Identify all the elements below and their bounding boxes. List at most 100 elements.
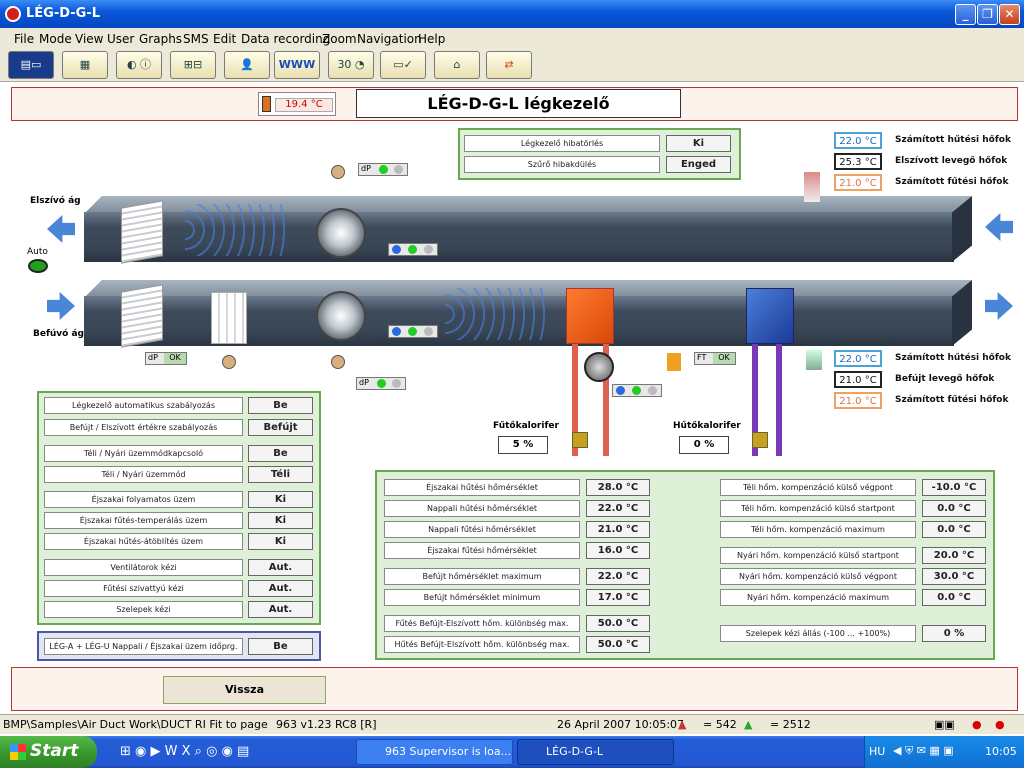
start-label: Start — [30, 741, 79, 761]
menu-edit[interactable]: Edit — [213, 32, 236, 46]
status-count2: = 2512 — [770, 718, 811, 731]
setpoint-value[interactable]: 17.0 °C — [586, 589, 650, 606]
setpoint-value[interactable]: 28.0 °C — [586, 479, 650, 496]
auto-switch-icon[interactable] — [28, 259, 48, 273]
setpoint-value[interactable]: 16.0 °C — [586, 542, 650, 559]
cooler-valve-icon — [752, 432, 768, 448]
supply-damper-icon — [121, 284, 163, 348]
calendar-day: 30 — [337, 58, 352, 71]
supply-temp-sensor-icon — [806, 350, 822, 370]
menu-help[interactable]: Help — [418, 32, 445, 46]
window-titlebar: LÉG-D-G-L _ ❐ ✕ — [0, 0, 1024, 28]
night-continuous-value[interactable]: Ki — [248, 491, 313, 508]
status-led-icon — [392, 245, 401, 254]
menu-navigation[interactable]: Navigation — [357, 32, 422, 46]
exhaust-temp-sensor-icon — [804, 172, 820, 202]
calendar-icon[interactable]: 30 ◔ — [328, 51, 374, 79]
compensation-value[interactable]: 20.0 °C — [922, 547, 986, 564]
info-icon[interactable]: ◐ ⓘ — [116, 51, 162, 79]
maximize-button[interactable]: ❐ — [977, 4, 998, 25]
menu-user[interactable]: User — [107, 32, 134, 46]
auto-control-value[interactable]: Be — [248, 397, 313, 414]
status-led-icon — [379, 165, 388, 174]
minimize-button[interactable]: _ — [955, 4, 976, 25]
close-button[interactable]: ✕ — [999, 4, 1020, 25]
document-icon[interactable]: ▤▭ — [8, 51, 54, 79]
printer-icon[interactable]: ▣▣ — [934, 718, 955, 731]
night-cooling-value[interactable]: Ki — [248, 533, 313, 550]
night-heating-value[interactable]: Ki — [248, 512, 313, 529]
setpoint-value[interactable]: 22.0 °C — [586, 568, 650, 585]
valves-manual-label: Szelepek kézi — [44, 601, 243, 618]
status-date: 26 April 2007 10:05:07 — [557, 718, 685, 731]
status-led-icon — [408, 327, 417, 336]
back-button[interactable]: Vissza — [163, 676, 326, 704]
filter-alarm-label: Szűrő hibakdülés — [464, 156, 660, 173]
language-indicator[interactable]: HU — [869, 745, 885, 758]
valve-manual-position-value[interactable]: 0 % — [922, 625, 986, 642]
cooler-pipe-icon — [776, 344, 782, 456]
schedule-label: LÉG-A + LÉG-U Nappali / Éjszakai üzem id… — [44, 638, 243, 655]
home-icon[interactable]: ⌂ — [434, 51, 480, 79]
network-icon[interactable]: ⊞⊟ — [170, 51, 216, 79]
setpoint-label: Hűtés Befújt-Elszívott hőm. különbség ma… — [384, 636, 580, 653]
menu-mode[interactable]: Mode — [39, 32, 72, 46]
system-tray: HU ◀ ⛨ ✉ ▦ ▣ 10:05 — [864, 736, 1024, 768]
taskbar-item[interactable]: 963 Supervisor is loa... — [356, 739, 513, 765]
compensation-value[interactable]: -10.0 °C — [922, 479, 986, 496]
compensation-value[interactable]: 0.0 °C — [922, 500, 986, 517]
top-cooling-calc-temp: 22.0 °C — [834, 132, 882, 149]
ft-label: FT — [697, 353, 707, 362]
setpoint-value[interactable]: 50.0 °C — [586, 636, 650, 653]
bottom-cooling-calc-temp: 22.0 °C — [834, 350, 882, 367]
setpoint-value[interactable]: 50.0 °C — [586, 615, 650, 632]
user-icon[interactable]: 👤 — [224, 51, 270, 79]
status-version: 963 v1.23 RC8 [R] — [276, 718, 377, 731]
dp-label: dP — [359, 378, 369, 387]
compensation-value[interactable]: 0.0 °C — [922, 589, 986, 606]
quicklaunch-icon[interactable]: ⊞ ◉ ▶ W X ⌕ ◎ ◉ ▤ — [120, 744, 249, 759]
status-led-icon — [632, 386, 641, 395]
menu-graphs[interactable]: Graphs — [139, 32, 182, 46]
compensation-label: Nyári hőm. kompenzáció maximum — [720, 589, 916, 606]
bottom-heating-calc-label: Számított fűtési hőfok — [895, 395, 1009, 405]
status-led-icon — [392, 327, 401, 336]
schedule-value[interactable]: Be — [248, 638, 313, 655]
season-switch-value[interactable]: Be — [248, 445, 313, 462]
tray-icons[interactable]: ◀ ⛨ ✉ ▦ ▣ — [893, 744, 954, 758]
fans-manual-value[interactable]: Aut. — [248, 559, 313, 576]
alarm-panel: Légkezelő hibatörlés Ki Szűrő hibakdülés… — [458, 128, 741, 180]
control-mode-value[interactable]: Befújt — [248, 419, 313, 436]
menu-sms[interactable]: SMS — [183, 32, 209, 46]
bottom-cooling-calc-label: Számított hűtési hőfok — [895, 353, 1011, 363]
setpoint-value[interactable]: 21.0 °C — [586, 521, 650, 538]
ok-label: OK — [164, 353, 186, 364]
menu-file[interactable]: File — [14, 32, 34, 46]
exhaust-air-temp-label: Elszívott levegő hőfok — [895, 156, 1008, 166]
valves-manual-value[interactable]: Aut. — [248, 601, 313, 618]
menu-view[interactable]: View — [75, 32, 103, 46]
compensation-label: Téli hőm. kompenzáció maximum — [720, 521, 916, 538]
edit-icon[interactable]: ▭✓ — [380, 51, 426, 79]
menu-data-recording[interactable]: Data recording — [241, 32, 330, 46]
pump-status — [612, 384, 662, 397]
season-mode-value[interactable]: Téli — [248, 466, 313, 483]
menu-zoom[interactable]: Zoom — [322, 32, 357, 46]
auto-control-label: Légkezelő automatikus szabályozás — [44, 397, 243, 414]
status-led-icon — [408, 245, 417, 254]
www-icon[interactable]: WWW — [274, 51, 320, 79]
filter-alarm-value[interactable]: Enged — [666, 156, 731, 173]
taskbar: Start ⊞ ◉ ▶ W X ⌕ ◎ ◉ ▤ 963 Supervisor i… — [0, 736, 1024, 768]
taskbar-item-active[interactable]: LÉG-D-G-L — [517, 739, 674, 765]
exhaust-pressure-sensor-icon — [331, 165, 345, 179]
window-icon[interactable]: ▦ — [62, 51, 108, 79]
thermometer-icon — [262, 96, 271, 112]
supply-fan-status — [388, 325, 438, 338]
compensation-value[interactable]: 30.0 °C — [922, 568, 986, 585]
pump-manual-value[interactable]: Aut. — [248, 580, 313, 597]
alarm-reset-value[interactable]: Ki — [666, 135, 731, 152]
exit-icon[interactable]: ⇄ — [486, 51, 532, 79]
setpoint-value[interactable]: 22.0 °C — [586, 500, 650, 517]
compensation-value[interactable]: 0.0 °C — [922, 521, 986, 538]
status-led-icon — [424, 245, 433, 254]
